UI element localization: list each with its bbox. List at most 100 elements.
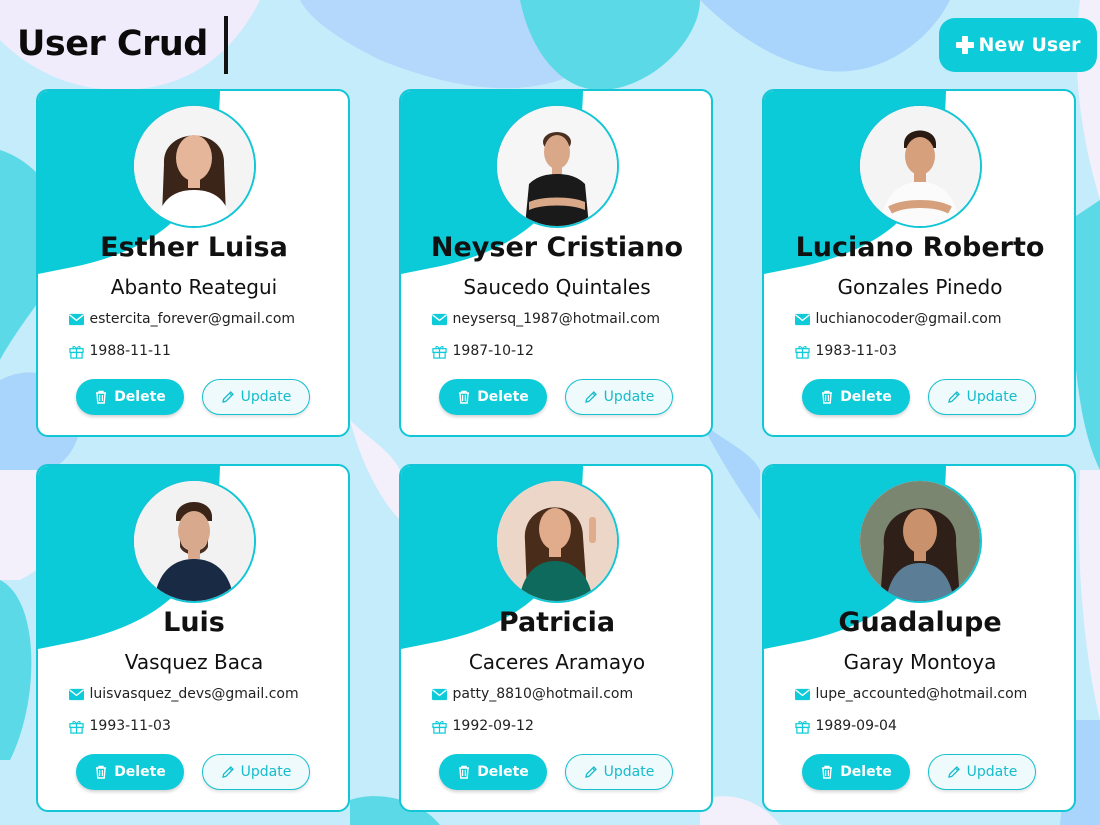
birthday-text: 1989-09-04 — [815, 718, 897, 734]
trash-icon — [822, 765, 833, 779]
update-button[interactable]: Update — [928, 379, 1036, 415]
pencil-icon — [584, 391, 597, 403]
delete-button[interactable]: Delete — [802, 754, 910, 790]
gift-icon — [431, 720, 447, 734]
update-label: Update — [603, 389, 655, 405]
trash-icon — [96, 390, 107, 404]
avatar — [495, 479, 619, 603]
delete-button[interactable]: Delete — [439, 754, 547, 790]
birthday-text: 1988-11-11 — [89, 343, 171, 359]
email-text: luisvasquez_devs@gmail.com — [89, 686, 299, 702]
email-text: luchianocoder@gmail.com — [815, 311, 1002, 327]
avatar-photo — [134, 106, 254, 226]
gift-icon — [68, 720, 84, 734]
text-cursor — [224, 16, 228, 74]
app-title: User Crud — [17, 24, 208, 64]
update-label: Update — [966, 764, 1018, 780]
first-name: Esther Luisa — [100, 232, 288, 263]
update-button[interactable]: Update — [202, 379, 310, 415]
birthday-row: 1988-11-11 — [38, 343, 348, 359]
delete-label: Delete — [840, 764, 892, 780]
delete-label: Delete — [114, 389, 166, 405]
birthday-row: 1993-11-03 — [38, 718, 348, 734]
avatar-photo — [497, 106, 617, 226]
avatar — [132, 104, 256, 228]
avatar — [858, 104, 982, 228]
avatar — [495, 104, 619, 228]
update-button[interactable]: Update — [565, 379, 673, 415]
mail-icon — [794, 313, 810, 325]
new-user-button[interactable]: New User — [939, 18, 1097, 72]
trash-icon — [822, 390, 833, 404]
email-row: patty_8810@hotmail.com — [401, 686, 711, 702]
user-card: Guadalupe Garay Montoya lupe_accounted@h… — [762, 464, 1076, 812]
delete-label: Delete — [840, 389, 892, 405]
avatar — [132, 479, 256, 603]
delete-button[interactable]: Delete — [76, 754, 184, 790]
mail-icon — [68, 688, 84, 700]
birthday-row: 1987-10-12 — [401, 343, 711, 359]
plus-icon — [955, 36, 974, 54]
first-name: Luis — [163, 607, 225, 638]
user-card-grid: Esther Luisa Abanto Reategui estercita_f… — [0, 0, 1100, 825]
avatar-photo — [134, 481, 254, 601]
last-name: Abanto Reategui — [110, 275, 278, 299]
email-row: neysersq_1987@hotmail.com — [401, 311, 711, 327]
pencil-icon — [221, 766, 234, 778]
avatar-photo — [860, 481, 980, 601]
last-name: Garay Montoya — [843, 650, 997, 674]
avatar — [858, 479, 982, 603]
delete-button[interactable]: Delete — [439, 379, 547, 415]
avatar-photo — [860, 106, 980, 226]
gift-icon — [794, 345, 810, 359]
update-label: Update — [240, 764, 292, 780]
avatar-photo — [497, 481, 617, 601]
update-button[interactable]: Update — [565, 754, 673, 790]
email-row: luchianocoder@gmail.com — [764, 311, 1074, 327]
last-name: Vasquez Baca — [124, 650, 264, 674]
birthday-text: 1992-09-12 — [452, 718, 534, 734]
pencil-icon — [947, 391, 960, 403]
update-button[interactable]: Update — [202, 754, 310, 790]
delete-label: Delete — [477, 389, 529, 405]
email-text: lupe_accounted@hotmail.com — [815, 686, 1028, 702]
first-name: Guadalupe — [838, 607, 1002, 638]
user-card: Luis Vasquez Baca luisvasquez_devs@gmail… — [36, 464, 350, 812]
first-name: Neyser Cristiano — [430, 232, 684, 263]
birthday-row: 1989-09-04 — [764, 718, 1074, 734]
delete-label: Delete — [477, 764, 529, 780]
trash-icon — [96, 765, 107, 779]
delete-button[interactable]: Delete — [76, 379, 184, 415]
birthday-text: 1983-11-03 — [815, 343, 897, 359]
mail-icon — [431, 313, 447, 325]
user-card: Patricia Caceres Aramayo patty_8810@hotm… — [399, 464, 713, 812]
user-card: Neyser Cristiano Saucedo Quintales neyse… — [399, 89, 713, 437]
email-text: estercita_forever@gmail.com — [89, 311, 296, 327]
new-user-label: New User — [978, 34, 1081, 56]
mail-icon — [68, 313, 84, 325]
delete-button[interactable]: Delete — [802, 379, 910, 415]
trash-icon — [459, 765, 470, 779]
first-name: Patricia — [498, 607, 616, 638]
mail-icon — [431, 688, 447, 700]
gift-icon — [431, 345, 447, 359]
update-label: Update — [603, 764, 655, 780]
mail-icon — [794, 688, 810, 700]
user-card: Esther Luisa Abanto Reategui estercita_f… — [36, 89, 350, 437]
gift-icon — [794, 720, 810, 734]
update-label: Update — [240, 389, 292, 405]
last-name: Saucedo Quintales — [463, 275, 651, 299]
email-text: neysersq_1987@hotmail.com — [452, 311, 661, 327]
update-button[interactable]: Update — [928, 754, 1036, 790]
update-label: Update — [966, 389, 1018, 405]
gift-icon — [68, 345, 84, 359]
header: User Crud New User — [0, 0, 1100, 85]
birthday-row: 1983-11-03 — [764, 343, 1074, 359]
pencil-icon — [584, 766, 597, 778]
user-card: Luciano Roberto Gonzales Pinedo luchiano… — [762, 89, 1076, 437]
birthday-text: 1993-11-03 — [89, 718, 171, 734]
birthday-text: 1987-10-12 — [452, 343, 534, 359]
email-text: patty_8810@hotmail.com — [452, 686, 634, 702]
last-name: Caceres Aramayo — [468, 650, 646, 674]
email-row: estercita_forever@gmail.com — [38, 311, 348, 327]
